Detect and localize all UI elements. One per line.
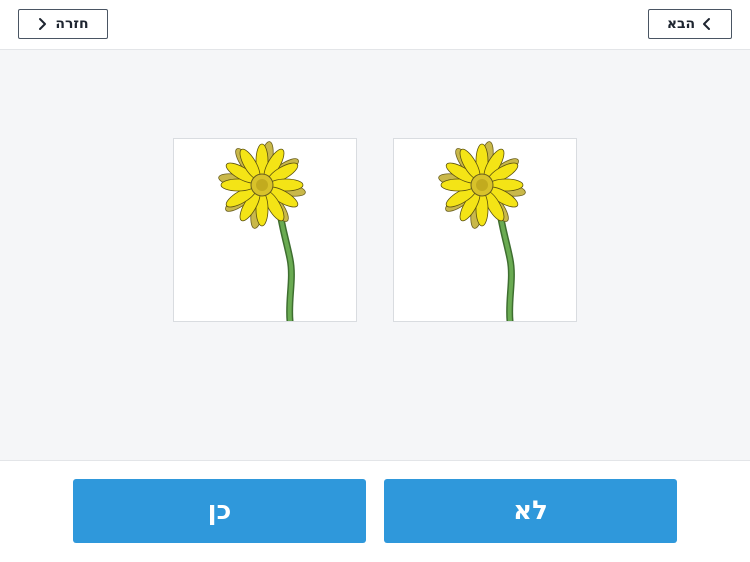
top-bar: חזרה הבא xyxy=(0,0,750,50)
right-image-card xyxy=(393,138,577,322)
next-button-label: הבא xyxy=(666,16,696,32)
comparison-stage xyxy=(0,50,750,461)
no-button-label: לא xyxy=(513,496,548,526)
yellow-daisy-icon xyxy=(438,141,526,321)
back-button[interactable]: חזרה xyxy=(18,9,108,39)
yes-button[interactable]: כן xyxy=(73,479,366,543)
yes-button-label: כן xyxy=(207,496,232,526)
back-button-label: חזרה xyxy=(55,16,89,32)
answer-bar: כן לא xyxy=(0,461,750,562)
chevron-left-icon xyxy=(703,18,711,30)
chevron-right-icon xyxy=(39,18,47,30)
yellow-daisy-icon xyxy=(218,141,306,321)
left-image-card xyxy=(173,138,357,322)
no-button[interactable]: לא xyxy=(384,479,677,543)
app-window: חזרה הבא כן לא xyxy=(0,0,750,562)
next-button[interactable]: הבא xyxy=(648,9,732,39)
